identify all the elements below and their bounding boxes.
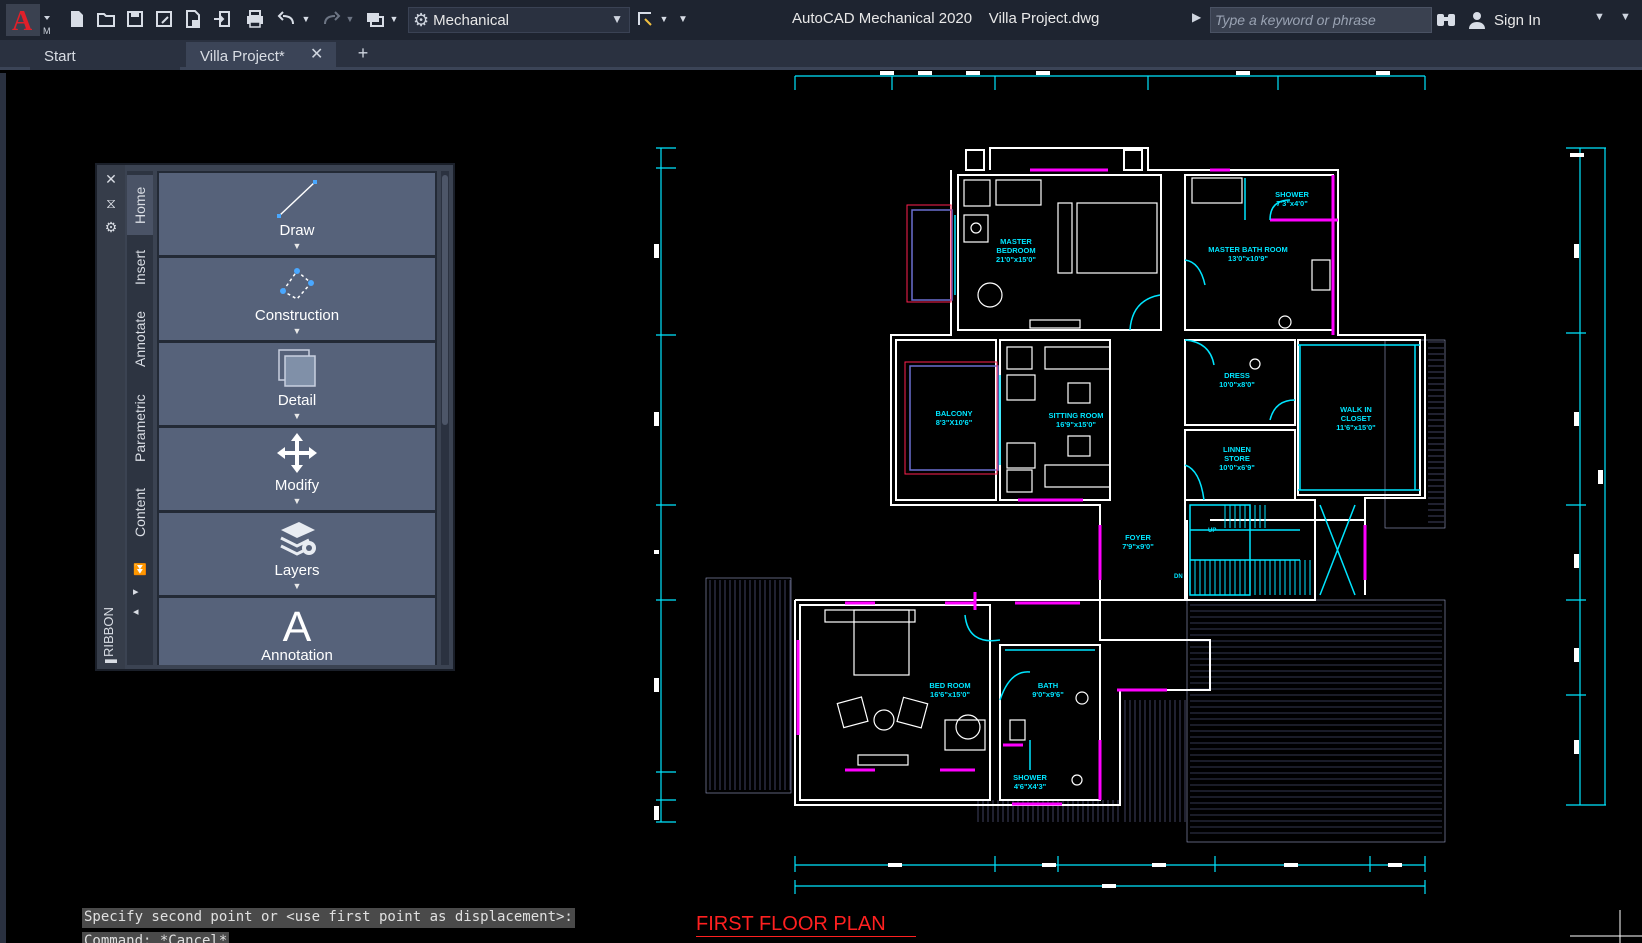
- tab-list-arrow-icon[interactable]: ▸: [133, 585, 139, 598]
- dimension-lines: [656, 75, 1606, 894]
- room-label: BALCONY 8'3"X10'6": [935, 409, 972, 427]
- door-swings: [954, 178, 1420, 770]
- close-icon[interactable]: ✕: [103, 171, 119, 187]
- plan-title: FIRST FLOOR PLAN: [696, 913, 886, 935]
- construction-icon: [280, 268, 314, 300]
- ribbon-label: RIBBON: [101, 607, 116, 657]
- expand-arrow-icon[interactable]: ▼: [293, 326, 302, 336]
- ribbon-tabs: Home Insert Annotate Parametric Content …: [127, 171, 153, 665]
- command-history-line: Command: *Cancel*: [82, 932, 230, 943]
- panel-annotation-label: Annotation: [261, 647, 333, 664]
- panel-layers-label: Layers: [274, 562, 320, 579]
- svg-text:A: A: [283, 603, 312, 645]
- move-arrows-icon: [277, 433, 317, 473]
- collapse-arrow-icon[interactable]: ◂: [133, 605, 139, 618]
- stair-label: UP: [1208, 528, 1216, 534]
- panel-construction[interactable]: Construction ▼: [159, 258, 435, 340]
- room-label: LINNEN STORE 10'0"x6'9": [1219, 445, 1255, 472]
- tab-annotate[interactable]: Annotate: [127, 301, 153, 377]
- room-label: SHOWER 4'6"X4'3": [1013, 773, 1047, 791]
- room-label: BATH 9'0"x9'6": [1032, 681, 1064, 699]
- panel-annotation[interactable]: A Annotation: [159, 598, 435, 665]
- stair-label: DN: [1174, 574, 1183, 580]
- expand-arrow-icon[interactable]: ▼: [293, 581, 302, 591]
- room-label: SITTING ROOM 16'9"x15'0": [1049, 411, 1104, 429]
- room-label: SHOWER 7'3"x4'0": [1275, 190, 1309, 208]
- panel-detail-label: Detail: [277, 392, 317, 409]
- panel-detail[interactable]: Detail ▼: [159, 343, 435, 425]
- panel-draw-label: Draw: [279, 222, 315, 239]
- plan-title-underline: [696, 936, 916, 937]
- expand-arrow-icon[interactable]: ▼: [293, 241, 302, 251]
- panel-construction-label: Construction: [254, 307, 340, 324]
- room-label: DRESS 10'0"x8'0": [1219, 371, 1255, 389]
- ribbon-palette[interactable]: ✕ ⧖ ⚙ RIBBON ▬ Home Insert Annotate Para…: [95, 163, 455, 671]
- auto-hide-icon[interactable]: ⧖: [103, 195, 119, 211]
- folder-icon: ▬: [105, 652, 117, 666]
- panel-modify-label: Modify: [274, 477, 320, 494]
- tab-insert[interactable]: Insert: [127, 241, 153, 293]
- expand-arrow-icon[interactable]: ▼: [293, 496, 302, 506]
- detail-icon: [278, 349, 316, 387]
- chevron-double-down-icon[interactable]: ⏬: [133, 563, 147, 576]
- tab-content[interactable]: Content: [127, 477, 153, 547]
- ribbon-panels: Draw ▼ Construction ▼ Detail ▼ Modify ▼ …: [157, 171, 437, 665]
- gear-icon[interactable]: ⚙: [103, 219, 119, 235]
- panel-scrollbar[interactable]: [441, 171, 449, 665]
- room-label: BED ROOM 16'6"x15'0": [929, 681, 970, 699]
- command-history-line: Specify second point or <use first point…: [82, 908, 575, 928]
- annotation-icon: A: [283, 603, 312, 645]
- line-icon: [277, 180, 317, 218]
- layers-icon: [280, 522, 316, 556]
- scrollbar-thumb[interactable]: [442, 175, 448, 425]
- panel-layers[interactable]: Layers ▼: [159, 513, 435, 595]
- tab-parametric[interactable]: Parametric: [127, 385, 153, 471]
- crosshair-icon: [1570, 910, 1642, 943]
- tab-home[interactable]: Home: [127, 175, 153, 235]
- palette-control-strip: ✕ ⧖ ⚙ RIBBON ▬: [97, 165, 125, 669]
- room-label: MASTER BATH ROOM 13'0"x10'9": [1208, 245, 1287, 263]
- room-label: WALK IN CLOSET 11'6"x15'0": [1336, 405, 1376, 432]
- panel-modify[interactable]: Modify ▼: [159, 428, 435, 510]
- room-label: MASTER BEDROOM 21'0"x15'0": [996, 237, 1036, 264]
- room-label: FOYER 7'9"x9'0": [1122, 533, 1154, 551]
- panel-draw[interactable]: Draw ▼: [159, 173, 435, 255]
- expand-arrow-icon[interactable]: ▼: [293, 411, 302, 421]
- dimension-tick-labels: [654, 71, 1603, 888]
- furniture: [824, 177, 1331, 786]
